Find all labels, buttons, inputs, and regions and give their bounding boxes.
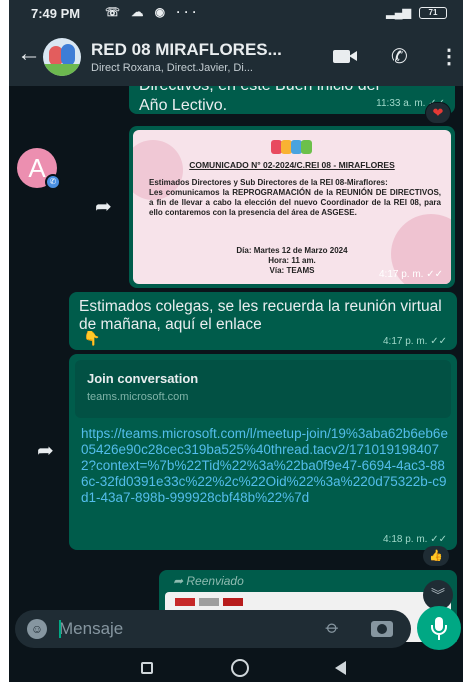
pointing-down-icon: 👇 (83, 330, 101, 346)
message-time: 4:17 p. m. ✓✓ (378, 269, 443, 280)
message-list[interactable]: Directivos, en este Buen inicio del Año … (9, 86, 463, 642)
message-bubble-1[interactable]: Directivos, en este Buen inicio del Año … (129, 86, 455, 114)
link-preview-domain: teams.microsoft.com (87, 391, 189, 403)
system-navbar (9, 652, 463, 682)
chat-header: ← RED 08 MIRAFLORES... Direct Roxana, Di… (9, 26, 463, 86)
forward-icon[interactable]: ➦ (95, 194, 112, 219)
chat-participants[interactable]: Direct Roxana, Direct.Javier, Di... (91, 62, 253, 74)
message-text: Directivos, en este Buen inicio del Año … (139, 86, 379, 114)
message-time: 4:18 p. m. ✓✓ (382, 534, 447, 545)
announcement-image[interactable]: COMUNICADO N° 02-2024/C.REI 08 - MIRAFLO… (133, 130, 451, 284)
announcement-date: Día: Martes 12 de Marzo 2024 (236, 246, 348, 255)
message-bubble-3[interactable]: Estimados colegas, se les recuerda la re… (69, 292, 457, 350)
status-time: 7:49 PM (31, 6, 81, 21)
group-avatar[interactable] (43, 38, 81, 76)
voice-call-icon[interactable]: ✆ (391, 44, 408, 69)
announcement-title: COMUNICADO N° 02-2024/C.REI 08 - MIRAFLO… (189, 160, 395, 170)
recents-icon[interactable] (141, 662, 153, 674)
signal-icon: ▂▄▆ (386, 7, 411, 19)
message-input[interactable] (59, 616, 279, 642)
home-icon[interactable] (231, 659, 249, 677)
camera-icon[interactable] (371, 621, 393, 637)
chat-title[interactable]: RED 08 MIRAFLORES... (91, 40, 282, 60)
forward-icon[interactable]: ➦ (37, 438, 54, 463)
status-bar: 7:49 PM ☏ ☁ ◉ ··· ▂▄▆ 71 (9, 0, 463, 26)
phone-screen: 7:49 PM ☏ ☁ ◉ ··· ▂▄▆ 71 ← RED 08 MIRAFL… (9, 0, 463, 682)
emoji-icon[interactable]: ☺ (27, 619, 47, 639)
back-icon[interactable] (335, 661, 346, 675)
rei-logo (271, 136, 313, 158)
mic-icon[interactable] (417, 606, 461, 650)
composer: ☺ ⌀ (15, 610, 411, 648)
forwarded-label: ➦ Reenviado (173, 574, 244, 588)
arrow-left-icon[interactable]: ← (17, 42, 41, 66)
announcement-body: Estimados Directores y Sub Directores de… (149, 178, 441, 217)
announcement-hour: Hora: 11 am. (268, 256, 316, 265)
link-message[interactable]: Join conversation teams.microsoft.com ht… (69, 354, 457, 550)
more-options-icon[interactable]: ⋮ (439, 44, 459, 69)
attach-icon[interactable]: ⌀ (321, 616, 344, 639)
message-time: 4:17 p. m. ✓✓ (382, 336, 447, 347)
phone-icon: ✆ (45, 174, 61, 190)
video-call-icon[interactable] (333, 48, 357, 64)
heart-reaction-icon[interactable]: ❤ (425, 102, 451, 124)
text-cursor (59, 620, 61, 638)
battery-icon: 71 (419, 7, 447, 19)
link-preview[interactable]: Join conversation teams.microsoft.com (75, 360, 451, 418)
notification-icons: ☏ ☁ ◉ ··· (105, 5, 201, 19)
thumbs-up-reaction-icon[interactable]: 👍 (423, 546, 449, 566)
message-text: Estimados colegas, se les recuerda la re… (79, 298, 442, 333)
meeting-link[interactable]: https://teams.microsoft.com/l/meetup-joi… (81, 426, 451, 506)
image-message[interactable]: COMUNICADO N° 02-2024/C.REI 08 - MIRAFLO… (129, 126, 455, 288)
link-preview-title: Join conversation (87, 371, 199, 386)
sender-avatar[interactable]: A ✆ (17, 148, 61, 190)
